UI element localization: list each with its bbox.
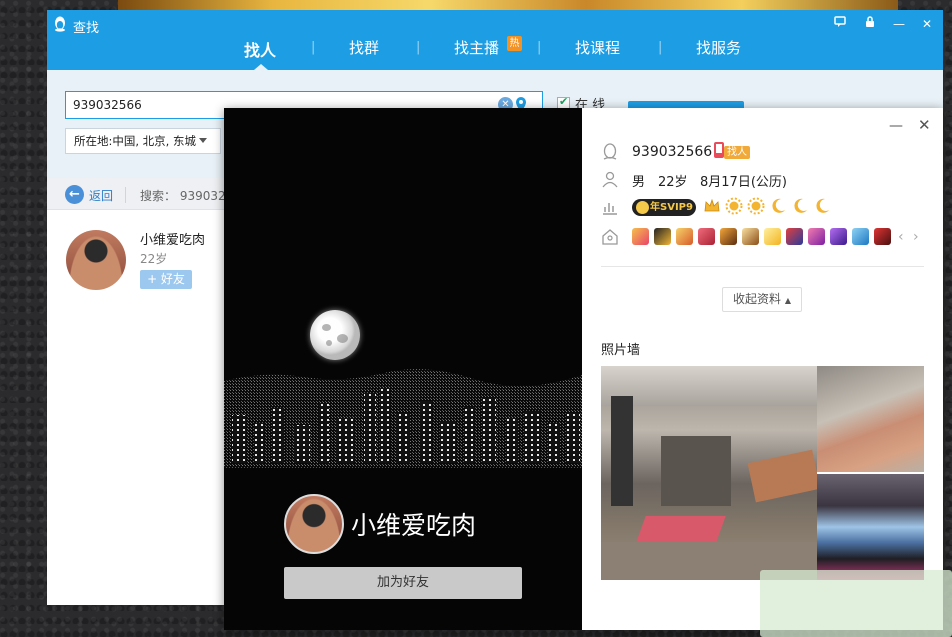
cover-image: 小维爱吃肉 加为好友	[224, 108, 582, 630]
collapse-label: 收起资料	[733, 292, 782, 306]
tab-separator: |	[537, 40, 542, 55]
chevron-left-icon[interactable]: ‹	[898, 229, 904, 245]
sun-icon[interactable]	[725, 197, 743, 215]
minimize-icon[interactable]: —	[889, 118, 903, 134]
profile-card: 小维爱吃肉 加为好友 — ✕ 939032566 找人 男 22岁 8月17日(…	[224, 108, 943, 630]
tab-separator: |	[311, 40, 316, 55]
back-arrow-icon[interactable]: ←	[65, 185, 84, 204]
sun-icon[interactable]	[747, 197, 765, 215]
magic-service-icon[interactable]	[830, 228, 847, 245]
qq-penguin-icon	[55, 16, 65, 32]
close-icon[interactable]: ✕	[919, 16, 935, 32]
findme-badge: 找人	[712, 141, 758, 161]
city-skyline-image	[224, 369, 582, 468]
watermark-logo	[760, 570, 952, 637]
pet-service-icon[interactable]	[874, 228, 891, 245]
chevron-right-icon[interactable]: ›	[913, 229, 919, 245]
profile-age: 22岁	[658, 175, 688, 190]
house-icon	[602, 229, 618, 245]
add-as-friend-button[interactable]: 加为好友	[284, 567, 522, 599]
chevron-down-icon[interactable]	[199, 138, 207, 143]
avatar-service-icon[interactable]	[654, 228, 671, 245]
star-service-icon[interactable]	[808, 228, 825, 245]
tab-find-service[interactable]: 找服务	[696, 37, 741, 58]
back-link[interactable]: 返回	[89, 187, 113, 204]
tab-find-streamer[interactable]: 找主播	[454, 37, 499, 58]
profile-info-panel: — ✕ 939032566 找人 男 22岁 8月17日(公历) 年SVIP9	[582, 108, 943, 630]
feedback-icon[interactable]	[832, 16, 848, 32]
divider	[601, 266, 924, 267]
profile-nickname: 小维爱吃肉	[351, 511, 477, 540]
divider	[125, 187, 126, 203]
tab-bar: 找人 | 找群 | 找主播 热 | 找课程 | 找服务	[47, 34, 943, 70]
collapse-profile-button[interactable]: 收起资料 ▲	[722, 287, 802, 312]
minimize-icon[interactable]: —	[891, 16, 907, 32]
qq-number: 939032566	[632, 144, 713, 160]
profile-gender: 男	[632, 175, 646, 190]
tab-separator: |	[658, 40, 663, 55]
tab-separator: |	[416, 40, 421, 55]
guitar-service-icon[interactable]	[742, 228, 759, 245]
profile-avatar[interactable]	[284, 494, 344, 554]
result-age: 22岁	[140, 252, 168, 266]
tab-find-course[interactable]: 找课程	[575, 37, 620, 58]
hot-badge: 热	[507, 36, 522, 51]
search-summary: 搜索： 939032566	[140, 189, 224, 203]
vip-face-icon	[636, 201, 649, 214]
moon-icon[interactable]	[769, 197, 787, 215]
title-bar: 查找 — ✕ 找人 | 找群 | 找主播 热 | 找课程 | 找服务	[47, 10, 943, 70]
qq-penguin-icon	[603, 143, 617, 160]
profile-birthday: 8月17日(公历)	[700, 175, 787, 190]
diamond-service-icon[interactable]	[764, 228, 781, 245]
gift-service-icon[interactable]	[676, 228, 693, 245]
moon-icon[interactable]	[791, 197, 809, 215]
photo-wall-title: 照片墙	[601, 343, 641, 358]
close-icon[interactable]: ✕	[918, 116, 931, 134]
lock-icon[interactable]	[862, 16, 878, 32]
result-avatar[interactable]	[66, 230, 126, 290]
background-banner	[118, 0, 898, 10]
crown-icon[interactable]	[703, 197, 721, 215]
heart-service-icon[interactable]	[632, 228, 649, 245]
findme-label: 找人	[724, 146, 750, 159]
chevron-up-icon: ▲	[784, 296, 791, 305]
tab-find-group[interactable]: 找群	[349, 37, 379, 58]
tab-find-people[interactable]: 找人	[244, 37, 276, 61]
level-chart-icon	[603, 203, 617, 215]
moon-image	[310, 310, 360, 360]
result-name[interactable]: 小维爱吃肉	[140, 229, 205, 248]
person-icon	[602, 171, 618, 188]
game-service-icon[interactable]	[786, 228, 803, 245]
add-friend-button[interactable]: + 好友	[140, 270, 192, 289]
love-service-icon[interactable]	[698, 228, 715, 245]
photo-gym[interactable]	[601, 366, 817, 580]
cube-service-icon[interactable]	[852, 228, 869, 245]
location-select[interactable]: 所在地:中国, 北京, 东城	[65, 128, 221, 154]
photo-gaming-setup[interactable]	[817, 474, 924, 580]
moon-icon[interactable]	[813, 197, 831, 215]
photo-arm[interactable]	[817, 366, 924, 472]
music-service-icon[interactable]	[720, 228, 737, 245]
